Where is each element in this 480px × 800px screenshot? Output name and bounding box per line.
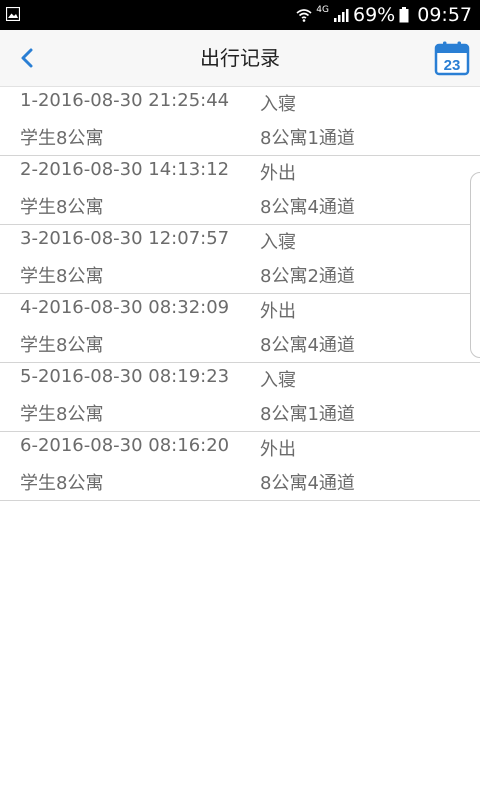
status-bar: 4G 69% 09:57	[0, 0, 480, 30]
status-right: 4G 69% 09:57	[292, 0, 472, 30]
record-building: 学生8公寓	[20, 197, 104, 218]
record-building: 学生8公寓	[20, 335, 104, 356]
record-row[interactable]: 6-2016-08-30 08:16:20 外出 学生8公寓 8公寓4通道	[0, 432, 480, 501]
record-time: 1-2016-08-30 21:25:44	[20, 90, 230, 111]
signal-icon	[334, 9, 349, 22]
record-time: 4-2016-08-30 08:32:09	[20, 297, 230, 318]
calendar-icon: 23	[434, 41, 470, 76]
record-channel: 8公寓4通道	[260, 473, 355, 494]
record-building: 学生8公寓	[20, 128, 104, 149]
record-channel: 8公寓1通道	[260, 404, 355, 425]
record-row[interactable]: 4-2016-08-30 08:32:09 外出 学生8公寓 8公寓4通道	[0, 294, 480, 363]
record-channel: 8公寓4通道	[260, 335, 355, 356]
record-building: 学生8公寓	[20, 266, 104, 287]
side-panel-handle[interactable]	[470, 172, 480, 358]
record-list: 1-2016-08-30 21:25:44 入寝 学生8公寓 8公寓1通道 2-…	[0, 87, 480, 501]
screen: 4G 69% 09:57 出行记录 23 1-2016-08-30 21:25:…	[0, 0, 480, 800]
record-time: 2-2016-08-30 14:13:12	[20, 159, 230, 180]
calendar-button[interactable]: 23	[434, 40, 470, 76]
record-building: 学生8公寓	[20, 473, 104, 494]
record-action: 外出	[260, 163, 296, 184]
record-time: 3-2016-08-30 12:07:57	[20, 228, 230, 249]
record-time: 6-2016-08-30 08:16:20	[20, 435, 230, 456]
gallery-notification-icon	[6, 7, 20, 21]
battery-percent: 69%	[353, 4, 396, 26]
record-action: 入寝	[260, 94, 296, 115]
page-title: 出行记录	[200, 46, 280, 70]
record-channel: 8公寓1通道	[260, 128, 355, 149]
record-time: 5-2016-08-30 08:19:23	[20, 366, 230, 387]
record-action: 外出	[260, 439, 296, 460]
record-building: 学生8公寓	[20, 404, 104, 425]
calendar-day-label: 23	[444, 57, 461, 74]
record-channel: 8公寓4通道	[260, 197, 355, 218]
record-action: 入寝	[260, 232, 296, 253]
record-action: 外出	[260, 301, 296, 322]
record-action: 入寝	[260, 370, 296, 391]
battery-icon	[399, 7, 409, 23]
wifi-icon	[296, 9, 312, 22]
record-row[interactable]: 5-2016-08-30 08:19:23 入寝 学生8公寓 8公寓1通道	[0, 363, 480, 432]
record-channel: 8公寓2通道	[260, 266, 355, 287]
record-row[interactable]: 1-2016-08-30 21:25:44 入寝 学生8公寓 8公寓1通道	[0, 87, 480, 156]
record-row[interactable]: 3-2016-08-30 12:07:57 入寝 学生8公寓 8公寓2通道	[0, 225, 480, 294]
app-bar: 出行记录 23	[0, 30, 480, 87]
network-type-label: 4G	[316, 5, 329, 15]
record-row[interactable]: 2-2016-08-30 14:13:12 外出 学生8公寓 8公寓4通道	[0, 156, 480, 225]
clock: 09:57	[417, 4, 472, 26]
